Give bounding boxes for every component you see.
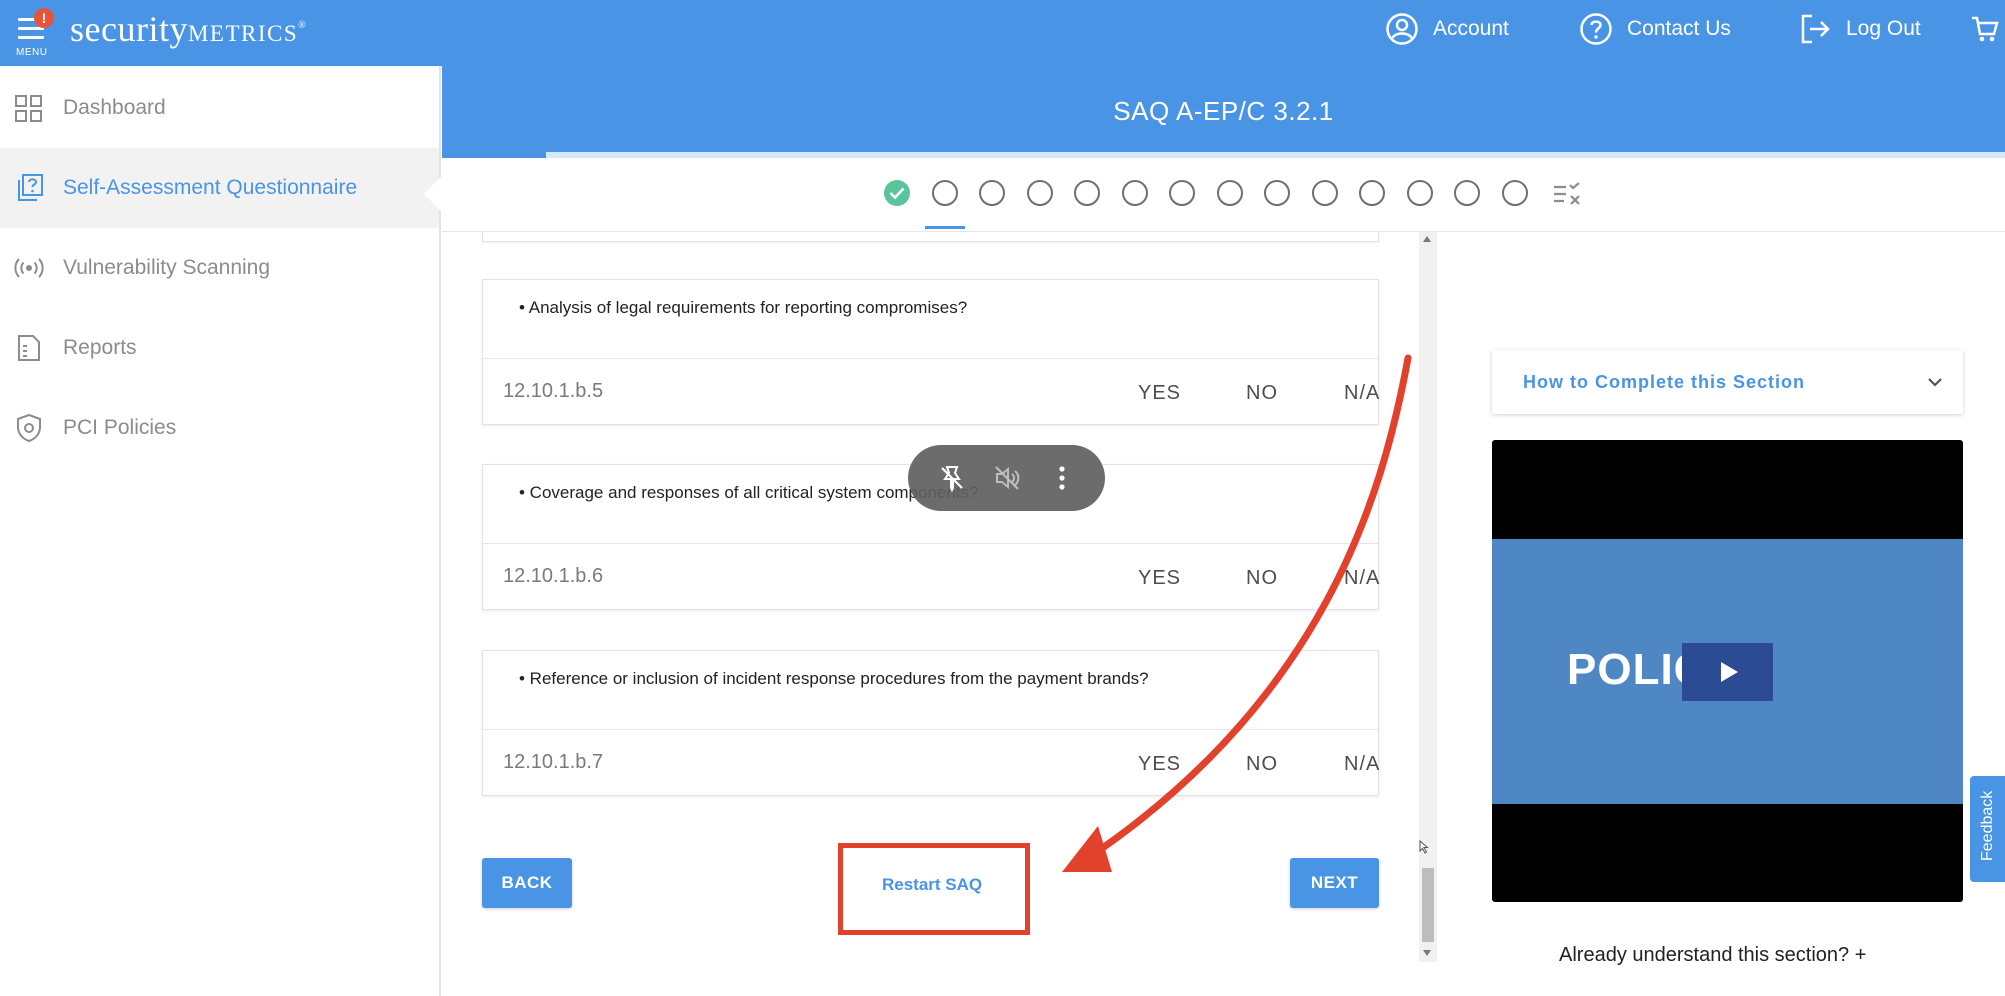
step-10[interactable] <box>1312 180 1338 206</box>
question-card: • Reference or inclusion of incident res… <box>482 650 1379 796</box>
page-title: SAQ A-EP/C 3.2.1 <box>1113 96 1334 126</box>
current-step-indicator <box>925 226 965 229</box>
question-reference: 12.10.1.b.5 <box>503 380 604 402</box>
play-icon <box>1721 662 1738 682</box>
feedback-tab[interactable]: Feedback <box>1970 776 2005 882</box>
answer-no[interactable]: NO <box>1246 567 1278 590</box>
sidebar-item-label: Vulnerability Scanning <box>63 256 271 279</box>
step-7[interactable] <box>1169 180 1195 206</box>
next-button[interactable]: NEXT <box>1290 858 1379 908</box>
review-checklist-icon[interactable] <box>1552 182 1582 206</box>
logo-main-text: security <box>70 9 188 49</box>
section-video-player[interactable]: POLIC <box>1492 440 1963 902</box>
account-label: Account <box>1433 17 1509 40</box>
questionnaire-icon <box>18 174 43 201</box>
sidebar-item-reports[interactable]: Reports <box>0 308 439 388</box>
report-document-icon <box>18 335 40 361</box>
section-stepper <box>442 158 2005 232</box>
sidebar-item-dashboard[interactable]: Dashboard <box>0 68 439 148</box>
mouse-cursor-icon <box>1419 840 1429 854</box>
sidebar-item-pci-policies[interactable]: PCI Policies <box>0 388 439 468</box>
sidebar-active-notch <box>424 176 442 212</box>
step-9[interactable] <box>1264 180 1290 206</box>
logout-label: Log Out <box>1846 17 1921 40</box>
card-divider <box>483 543 1378 544</box>
answer-na[interactable]: N/A <box>1344 567 1380 590</box>
contact-us-label: Contact Us <box>1627 17 1731 40</box>
sidebar-item-self-assessment[interactable]: Self-Assessment Questionnaire <box>0 148 439 228</box>
account-link[interactable]: Account <box>1385 0 1509 58</box>
step-3[interactable] <box>979 180 1005 206</box>
step-14[interactable] <box>1502 180 1528 206</box>
question-reference: 12.10.1.b.7 <box>503 751 604 773</box>
how-to-accordion[interactable]: How to Complete this Section <box>1492 350 1963 414</box>
answer-na[interactable]: N/A <box>1344 753 1380 776</box>
sidebar: Dashboard Self-Assessment Questionnaire … <box>0 66 441 996</box>
step-2[interactable] <box>932 180 958 206</box>
answer-yes[interactable]: YES <box>1138 567 1181 590</box>
top-bar: ! MENU securityMETRICS® Account Contact … <box>0 0 2005 66</box>
question-text: • Analysis of legal requirements for rep… <box>519 298 968 317</box>
unpin-icon[interactable] <box>938 464 966 492</box>
video-frame: POLIC <box>1492 539 1963 804</box>
menu-label: MENU <box>16 47 48 58</box>
step-11[interactable] <box>1359 180 1385 206</box>
question-text: • Reference or inclusion of incident res… <box>519 669 1149 688</box>
previous-question-card <box>482 232 1379 242</box>
scroll-thumb[interactable] <box>1422 868 1434 942</box>
answer-yes[interactable]: YES <box>1138 753 1181 776</box>
questionnaire-header: SAQ A-EP/C 3.2.1 <box>442 66 2005 158</box>
menu-alert-badge: ! <box>34 8 54 28</box>
securitymetrics-logo[interactable]: securityMETRICS® <box>70 8 306 50</box>
question-card: • Analysis of legal requirements for rep… <box>482 279 1379 425</box>
logo-caps-text: METRICS <box>187 21 299 46</box>
shield-icon <box>17 413 41 443</box>
video-play-button[interactable] <box>1682 643 1773 701</box>
question-reference: 12.10.1.b.6 <box>503 565 604 587</box>
back-button[interactable]: BACK <box>482 858 572 908</box>
account-icon <box>1386 13 1418 45</box>
answer-yes[interactable]: YES <box>1138 382 1181 405</box>
step-5[interactable] <box>1074 180 1100 206</box>
menu-button[interactable]: ! MENU <box>14 8 54 60</box>
sidebar-item-label: PCI Policies <box>63 416 177 439</box>
checkmark-icon <box>889 187 905 200</box>
feedback-label: Feedback <box>1979 790 1996 861</box>
help-circle-icon <box>1580 13 1612 45</box>
help-panel: How to Complete this Section POLIC Alrea… <box>1437 232 2005 996</box>
card-divider <box>483 729 1378 730</box>
card-divider <box>483 358 1378 359</box>
step-4[interactable] <box>1027 180 1053 206</box>
dashboard-grid-icon <box>15 95 42 122</box>
broadcast-signal-icon <box>14 258 44 278</box>
chevron-down-icon <box>1928 378 1942 387</box>
sidebar-item-vulnerability-scanning[interactable]: Vulnerability Scanning <box>0 228 439 308</box>
answer-no[interactable]: NO <box>1246 382 1278 405</box>
step-8[interactable] <box>1217 180 1243 206</box>
sidebar-item-label: Reports <box>63 336 137 359</box>
step-1-complete[interactable] <box>884 180 910 206</box>
scroll-down-arrow[interactable] <box>1423 950 1431 956</box>
answer-no[interactable]: NO <box>1246 753 1278 776</box>
contact-us-link[interactable]: Contact Us <box>1579 0 1731 58</box>
cart-icon[interactable] <box>1970 14 2000 44</box>
how-to-title: How to Complete this Section <box>1523 372 1806 392</box>
already-understand-toggle[interactable]: Already understand this section? + <box>1559 944 1866 967</box>
step-13[interactable] <box>1454 180 1480 206</box>
media-controls-overlay <box>908 445 1105 511</box>
step-6[interactable] <box>1122 180 1148 206</box>
more-options-icon[interactable] <box>1048 464 1076 492</box>
step-12[interactable] <box>1407 180 1433 206</box>
scroll-up-arrow[interactable] <box>1423 236 1431 242</box>
answer-na[interactable]: N/A <box>1344 382 1380 405</box>
mute-icon[interactable] <box>993 464 1021 492</box>
sidebar-item-label: Self-Assessment Questionnaire <box>63 176 358 199</box>
sidebar-item-label: Dashboard <box>63 96 166 119</box>
annotation-highlight-box <box>838 843 1030 935</box>
logout-link[interactable]: Log Out <box>1798 0 1921 58</box>
logout-icon <box>1801 14 1830 44</box>
logo-registered-mark: ® <box>298 20 307 31</box>
